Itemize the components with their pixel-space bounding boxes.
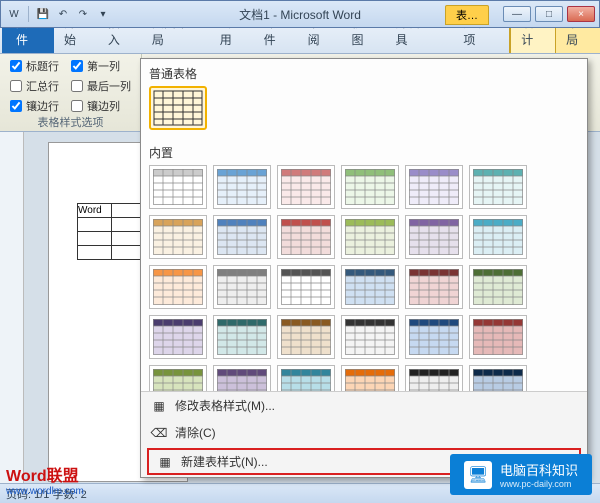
style-thumb[interactable]	[213, 315, 271, 359]
menu-modify-table-style[interactable]: ▦ 修改表格样式(M)...	[141, 392, 587, 419]
style-thumb[interactable]	[213, 365, 271, 391]
check-banded-rows[interactable]: 镶边行	[10, 98, 59, 114]
style-thumb-plain-selected[interactable]	[149, 86, 207, 130]
gallery-section-builtin: 内置	[141, 138, 587, 163]
word-icon: W	[5, 5, 23, 23]
watermark-right: 🖥 电脑百科知识 www.pc-daily.com	[450, 454, 592, 495]
document-table[interactable]: Word	[77, 203, 146, 260]
check-last-column[interactable]: 最后一列	[71, 78, 131, 94]
maximize-button[interactable]: □	[535, 6, 563, 22]
check-total-row[interactable]: 汇总行	[10, 78, 59, 94]
style-thumb[interactable]	[341, 215, 399, 259]
style-thumb[interactable]	[149, 165, 207, 209]
style-thumb[interactable]	[405, 165, 463, 209]
style-thumb[interactable]	[405, 365, 463, 391]
style-thumb[interactable]	[341, 315, 399, 359]
minimize-button[interactable]: —	[503, 6, 531, 22]
style-thumb[interactable]	[277, 365, 335, 391]
style-thumb[interactable]	[149, 265, 207, 309]
window-titlebar: W 💾 ↶ ↷ ▾ 文档1 - Microsoft Word 表… — □ ×	[0, 0, 600, 28]
save-button[interactable]: 💾	[34, 5, 52, 23]
qat-customize-button[interactable]: ▾	[94, 5, 112, 23]
style-thumb[interactable]	[405, 315, 463, 359]
check-banded-columns[interactable]: 镶边列	[71, 98, 120, 114]
style-thumb[interactable]	[213, 215, 271, 259]
quick-access-toolbar: W 💾 ↶ ↷ ▾	[5, 5, 112, 23]
style-thumb[interactable]	[277, 215, 335, 259]
style-thumb[interactable]	[405, 265, 463, 309]
style-thumb[interactable]	[341, 165, 399, 209]
style-thumb[interactable]	[469, 265, 527, 309]
clear-icon: ⌫	[151, 425, 167, 441]
menu-clear[interactable]: ⌫ 清除(C)	[141, 419, 587, 446]
table-style-options-group: 标题行 第一列 汇总行 最后一列 镶边行 镶边列 表格样式选项	[0, 54, 142, 131]
style-thumb[interactable]	[469, 165, 527, 209]
table-tools-context-label: 表…	[445, 5, 489, 25]
group-label-style-options: 表格样式选项	[10, 114, 131, 130]
style-thumb[interactable]	[341, 365, 399, 391]
style-thumb[interactable]	[405, 215, 463, 259]
gallery-scroll-area[interactable]	[141, 163, 587, 391]
style-thumb[interactable]	[149, 215, 207, 259]
gallery-section-plain: 普通表格	[141, 59, 587, 84]
undo-button[interactable]: ↶	[54, 5, 72, 23]
style-thumb[interactable]	[469, 365, 527, 391]
table-styles-gallery: 普通表格 内置	[140, 58, 588, 478]
style-thumb[interactable]	[277, 265, 335, 309]
style-thumb[interactable]	[213, 265, 271, 309]
style-thumb[interactable]	[213, 165, 271, 209]
style-thumb[interactable]	[149, 315, 207, 359]
table-icon: ▦	[151, 398, 167, 414]
vertical-ruler	[0, 132, 24, 483]
close-button[interactable]: ×	[567, 6, 595, 22]
style-thumb[interactable]	[469, 315, 527, 359]
style-thumb[interactable]	[341, 265, 399, 309]
table-icon: ▦	[157, 454, 173, 470]
monitor-icon: 🖥	[464, 461, 492, 489]
watermark-left: Word联盟 www.wordlm.com	[6, 462, 84, 497]
ribbon-tabs: 文件 开始 插入 页面布局 引用 邮件 审阅 视图 开发工具 加载项 设计 布局	[0, 28, 600, 54]
redo-button[interactable]: ↷	[74, 5, 92, 23]
style-thumb[interactable]	[469, 215, 527, 259]
check-header-row[interactable]: 标题行	[10, 58, 59, 74]
style-thumb[interactable]	[149, 365, 207, 391]
style-thumb[interactable]	[277, 165, 335, 209]
style-thumb[interactable]	[277, 315, 335, 359]
check-first-column[interactable]: 第一列	[71, 58, 120, 74]
